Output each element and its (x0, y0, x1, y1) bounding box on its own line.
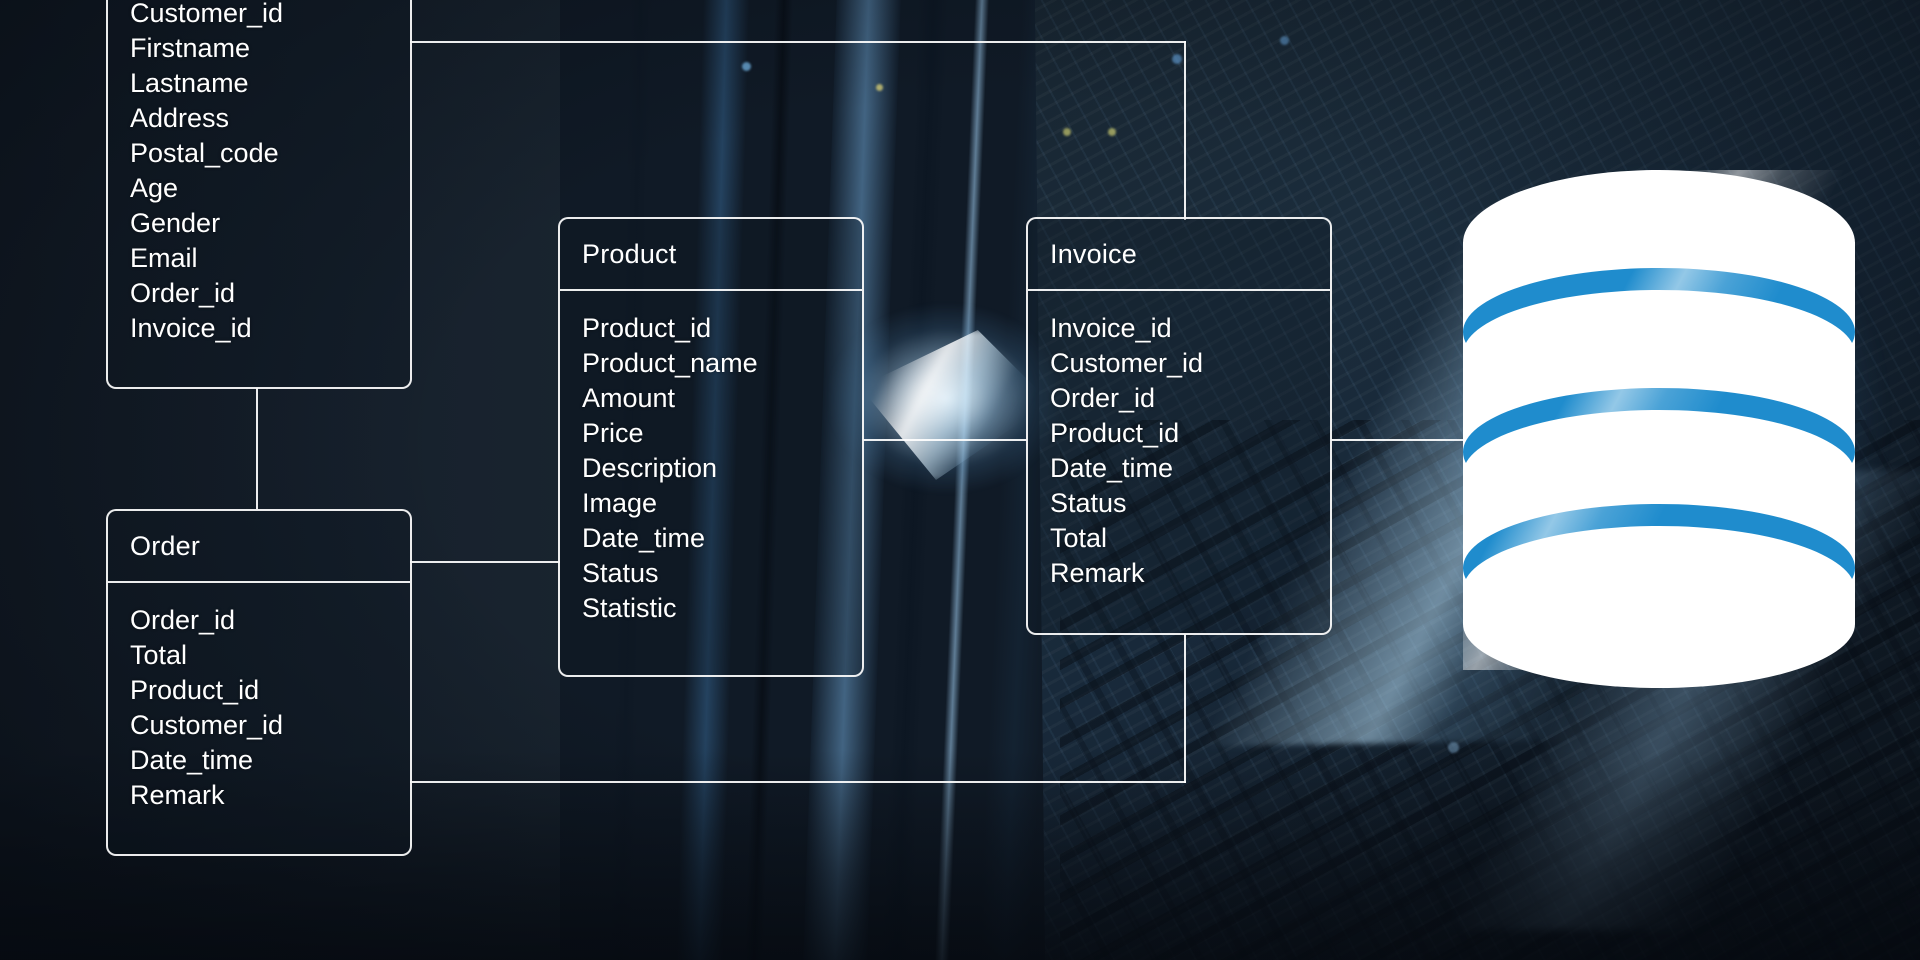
er-diagram-overlay: Customer_id Firstname Lastname Address P… (0, 0, 1920, 960)
field-item: Customer_id (130, 0, 284, 28)
field-item: Email (130, 243, 198, 273)
field-item: Product_id (1050, 418, 1180, 448)
field-item: Firstname (130, 33, 251, 63)
field-item: Description (582, 453, 718, 483)
entity-invoice-fields: Invoice_id Customer_id Order_id Product_… (1028, 291, 1330, 591)
entity-invoice-title: Invoice (1050, 239, 1137, 269)
field-item: Total (1050, 523, 1108, 553)
field-item: Date_time (1050, 453, 1174, 483)
field-item: Status (582, 558, 659, 588)
connector-customer-invoice (410, 41, 1186, 43)
field-item: Order_id (130, 278, 236, 308)
field-item: Order_id (130, 605, 236, 635)
field-item: Customer_id (130, 710, 284, 740)
connector-customer-invoice-vertical (1184, 41, 1186, 220)
field-item: Postal_code (130, 138, 279, 168)
entity-order-fields: Order_id Total Product_id Customer_id Da… (108, 583, 410, 813)
connector-customer-order (256, 388, 258, 509)
field-item: Amount (582, 383, 676, 413)
field-item: Customer_id (1050, 348, 1204, 378)
field-item: Product_id (582, 313, 712, 343)
field-item: Total (130, 640, 188, 670)
field-item: Status (1050, 488, 1127, 518)
field-item: Date_time (130, 745, 254, 775)
field-item: Price (582, 418, 644, 448)
database-band-inner (1463, 526, 1855, 654)
field-item: Date_time (582, 523, 706, 553)
entity-order[interactable]: Order Order_id Total Product_id Customer… (106, 509, 412, 856)
field-item: Image (582, 488, 658, 518)
field-item: Product_id (130, 675, 260, 705)
field-item: Invoice_id (130, 313, 252, 343)
entity-product-fields: Product_id Product_name Amount Price Des… (560, 291, 862, 626)
screenshot-stage: Customer_id Firstname Lastname Address P… (0, 0, 1920, 960)
entity-product[interactable]: Product Product_id Product_name Amount P… (558, 217, 864, 677)
field-item: Remark (130, 780, 225, 810)
entity-customer-fields: Customer_id Firstname Lastname Address P… (108, 0, 410, 346)
field-item: Address (130, 103, 230, 133)
connector-order-invoice (410, 781, 1186, 783)
field-item: Product_name (582, 348, 758, 378)
field-item: Order_id (1050, 383, 1156, 413)
connector-order-product (410, 561, 560, 563)
field-item: Age (130, 173, 179, 203)
entity-order-title: Order (130, 531, 201, 561)
connector-order-invoice-vertical (1184, 634, 1186, 783)
field-item: Remark (1050, 558, 1145, 588)
field-item: Lastname (130, 68, 249, 98)
entity-product-title: Product (582, 239, 677, 269)
entity-invoice[interactable]: Invoice Invoice_id Customer_id Order_id … (1026, 217, 1332, 635)
field-item: Gender (130, 208, 221, 238)
entity-customer[interactable]: Customer_id Firstname Lastname Address P… (106, 0, 412, 389)
connector-product-invoice (863, 439, 1027, 441)
field-item: Invoice_id (1050, 313, 1172, 343)
field-item: Statistic (582, 593, 677, 623)
database-cylinder-icon (1353, 60, 1920, 780)
